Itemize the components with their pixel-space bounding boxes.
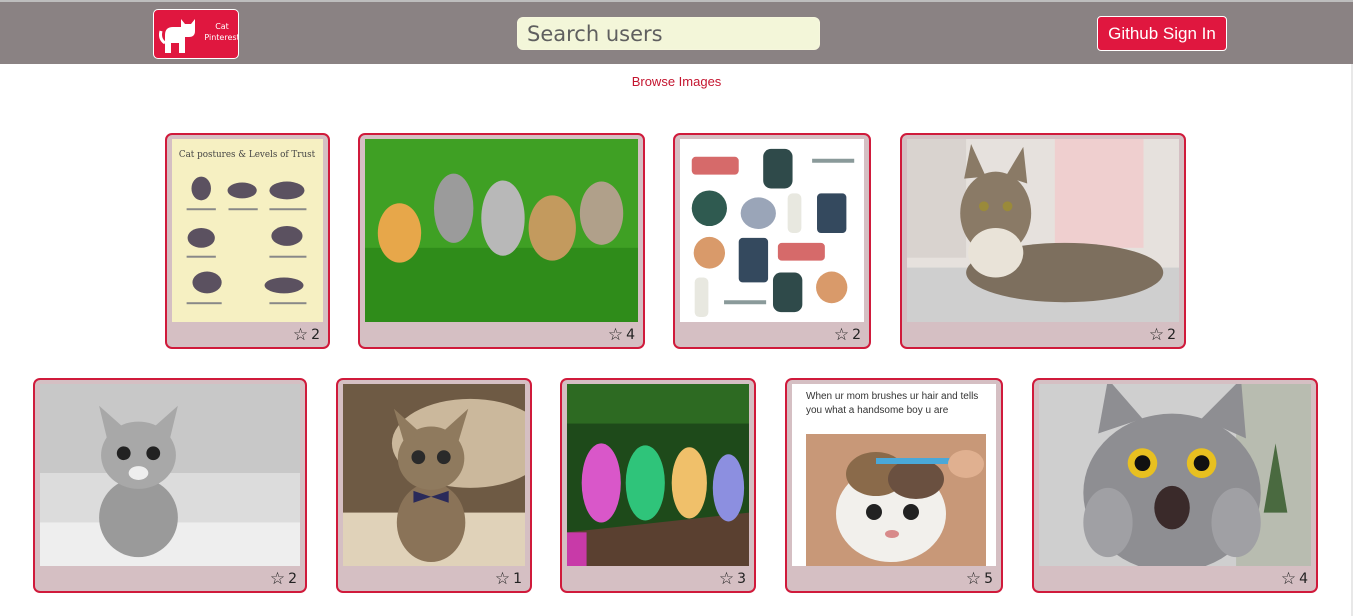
github-signin-button[interactable]: Github Sign In: [1097, 16, 1227, 51]
kittens-on-grass-image: [365, 139, 638, 322]
favorite-count[interactable]: ☆ 2: [833, 325, 861, 345]
favorite-count[interactable]: ☆ 1: [494, 569, 522, 589]
meme-caption: When ur mom brushes ur hair and tells yo…: [806, 391, 979, 416]
star-icon: ☆: [833, 325, 850, 345]
favorite-count[interactable]: ☆ 2: [1148, 325, 1176, 345]
tabby-on-sofa-image: [907, 139, 1179, 322]
cat-trust-poster-image: Cat postures & Levels of Trust: [172, 139, 323, 322]
meow-stickers-image: [680, 139, 864, 322]
favorite-count[interactable]: ☆ 4: [607, 325, 635, 345]
star-icon: ☆: [607, 325, 624, 345]
image-card[interactable]: ☆ 4: [1032, 378, 1318, 593]
star-icon: ☆: [269, 569, 286, 589]
image-card[interactable]: When ur mom brushes ur hair and tells yo…: [785, 378, 1003, 593]
favorite-count[interactable]: ☆ 5: [965, 569, 993, 589]
silver-kitten-image: [40, 384, 300, 566]
image-card[interactable]: ☆ 2: [33, 378, 307, 593]
image-card[interactable]: Cat postures & Levels of Trust ☆ 2: [165, 133, 330, 349]
image-card[interactable]: ☆ 2: [673, 133, 871, 349]
star-icon: ☆: [718, 569, 735, 589]
image-card[interactable]: ☆ 3: [560, 378, 756, 593]
favorite-count[interactable]: ☆ 2: [292, 325, 320, 345]
logo[interactable]: Cat Pinterest: [153, 9, 239, 59]
bowtie-kitten-image: [343, 384, 525, 566]
cat-logo-icon: [159, 19, 195, 53]
favorite-count[interactable]: ☆ 4: [1280, 569, 1308, 589]
search-input[interactable]: [517, 17, 820, 50]
star-icon: ☆: [965, 569, 982, 589]
meme-brushing-cat-image: When ur mom brushes ur hair and tells yo…: [792, 384, 996, 566]
poster-title: Cat postures & Levels of Trust: [179, 150, 316, 160]
star-icon: ☆: [292, 325, 309, 345]
image-card[interactable]: ☆ 1: [336, 378, 532, 593]
image-card[interactable]: ☆ 2: [900, 133, 1186, 349]
colorful-kittens-image: [567, 384, 749, 566]
star-icon: ☆: [1280, 569, 1297, 589]
shocked-grey-cat-image: [1039, 384, 1311, 566]
logo-text: Cat Pinterest: [204, 22, 239, 42]
navbar: Cat Pinterest Github Sign In: [0, 2, 1353, 64]
star-icon: ☆: [494, 569, 511, 589]
favorite-count[interactable]: ☆ 3: [718, 569, 746, 589]
image-card[interactable]: ☆ 4: [358, 133, 645, 349]
favorite-count[interactable]: ☆ 2: [269, 569, 297, 589]
browse-images-link[interactable]: Browse Images: [0, 74, 1353, 89]
star-icon: ☆: [1148, 325, 1165, 345]
